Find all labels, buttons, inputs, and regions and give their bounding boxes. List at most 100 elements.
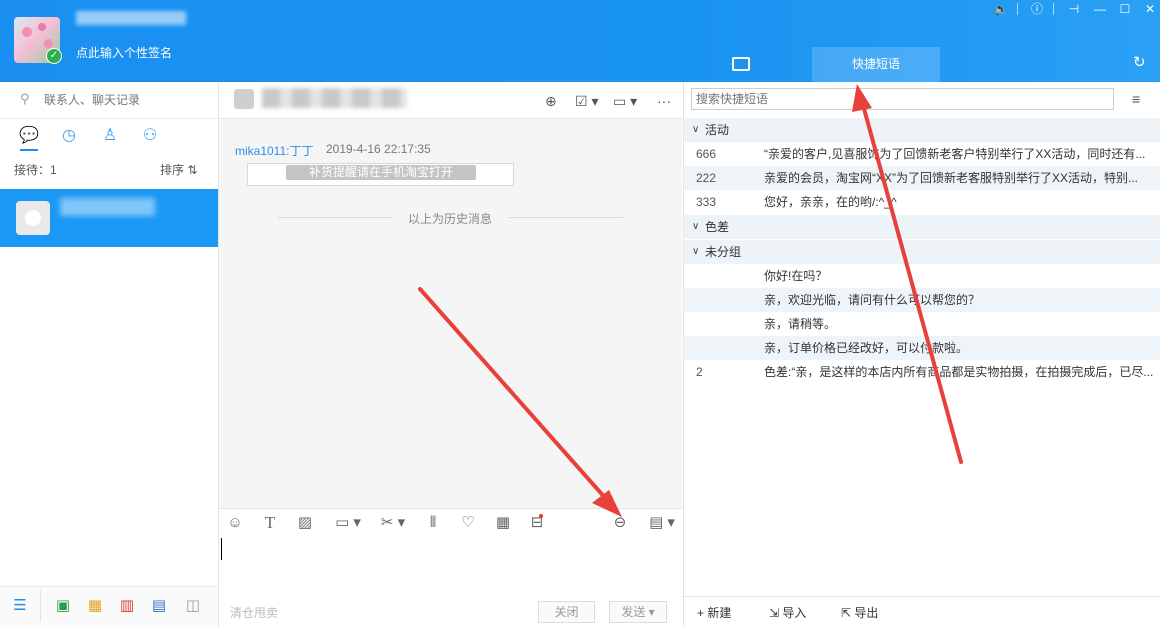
import-button[interactable]: ⇲ 导入: [769, 604, 806, 621]
message-time: 2019-4-16 22:17:35: [326, 142, 431, 156]
divider: [508, 217, 623, 218]
close-button[interactable]: 关闭: [538, 601, 595, 623]
tab-contact-card[interactable]: [700, 47, 784, 82]
group-icon[interactable]: ⚇: [140, 126, 160, 146]
plugin-sell-icon[interactable]: ▤: [150, 597, 168, 615]
clock-icon[interactable]: ◷: [59, 126, 79, 146]
divider: [40, 590, 41, 622]
phrase-text: “亲爱的客户,见喜服饰为了回馈新老客户特别举行了XX活动，同时还有...: [764, 147, 1146, 161]
phrase-row[interactable]: 333 您好，亲亲，在的哟/:^_^: [684, 190, 1160, 214]
phrase-code: 222: [696, 171, 717, 185]
phrase-row[interactable]: 亲，欢迎光临，请问有什么可以帮您的？: [684, 288, 1160, 312]
font-icon[interactable]: T: [260, 513, 280, 533]
chevron-down-icon: ∨: [692, 124, 700, 135]
chat-bubble-icon[interactable]: 💬: [19, 126, 39, 146]
conversation-name-blurred: [60, 198, 155, 216]
group-header[interactable]: ∨ 未分组: [684, 240, 1160, 264]
username-blurred: [76, 11, 186, 25]
divider: [1053, 3, 1054, 15]
group-name: 色差: [705, 220, 730, 234]
phrase-row[interactable]: 222 亲爱的会员，淘宝网“XX”为了回馈新老客服特别举行了XX活动，特别...: [684, 166, 1160, 190]
folder-icon[interactable]: ▭ ▾: [331, 513, 365, 533]
layout-icon[interactable]: ◫: [184, 597, 202, 615]
minimize-icon[interactable]: —: [1090, 1, 1110, 17]
heart-icon[interactable]: ♡: [458, 513, 478, 533]
text-caret: [221, 538, 222, 560]
reception-count: 接待：1: [14, 163, 57, 177]
group-header[interactable]: ∨ 色差: [684, 215, 1160, 239]
import-label: 导入: [782, 606, 807, 620]
coupon-icon[interactable]: ⊟: [527, 513, 547, 533]
conversation-avatar: [16, 201, 50, 235]
signature-text[interactable]: 点此输入个性签名: [76, 44, 172, 61]
phrase-code: 333: [696, 195, 717, 209]
new-phrase-button[interactable]: + 新建: [697, 604, 731, 621]
plugin-shop-icon[interactable]: ▣: [54, 597, 72, 615]
calculator-icon[interactable]: ▦: [493, 513, 513, 533]
emoji-icon[interactable]: ☺: [225, 513, 245, 533]
plugin-store-icon[interactable]: ▦: [86, 597, 104, 615]
export-label: 导出: [854, 606, 879, 620]
chat-contact-avatar: [234, 89, 254, 109]
person-icon[interactable]: ♙: [100, 126, 120, 146]
active-tab-indicator: [20, 149, 38, 151]
export-button[interactable]: ⇱ 导出: [841, 604, 878, 621]
transfer-icon[interactable]: ⊖: [610, 513, 630, 533]
video-call-icon[interactable]: ▭ ▾: [613, 92, 637, 110]
phrase-text: 亲，请稍等。: [764, 317, 837, 331]
group-name: 未分组: [705, 245, 742, 259]
phrase-row[interactable]: 亲，订单价格已经改好，可以付款啦。: [684, 336, 1160, 360]
plugin-market-icon[interactable]: ▥: [118, 597, 136, 615]
clear-stock-hint: 清仓甩卖: [230, 606, 279, 620]
quick-phrase-footer: [684, 596, 1160, 628]
phrase-code: 2: [696, 365, 703, 379]
phrase-text: 亲，订单价格已经改好，可以付款啦。: [764, 341, 969, 355]
pin-icon[interactable]: ⊣: [1064, 1, 1084, 17]
help-icon[interactable]: ⓘ: [1027, 1, 1047, 17]
search-icon: ⚲: [20, 91, 30, 106]
message-card-text: 补货提醒请在手机淘宝打开: [286, 165, 476, 180]
shake-icon[interactable]: ⦀: [423, 513, 443, 533]
phrase-row[interactable]: 2 色差:“亲，是这样的本店内所有商品都是实物拍摄，在拍摄完成后，已尽...: [684, 360, 1160, 384]
phrase-text: 你好!在吗？: [764, 269, 828, 283]
list-settings-icon[interactable]: ≡: [1132, 92, 1148, 106]
history-icon[interactable]: ▤ ▾: [643, 513, 681, 533]
message-sender[interactable]: mika1011:丁丁: [235, 142, 313, 159]
phrase-row[interactable]: 亲，请稍等。: [684, 312, 1160, 336]
online-status-icon: ✓: [46, 48, 62, 64]
more-icon[interactable]: ···: [657, 92, 671, 110]
add-contact-icon[interactable]: ⊕: [545, 92, 557, 110]
phrase-text: 亲爱的会员，淘宝网“XX”为了回馈新老客服特别举行了XX活动，特别...: [764, 171, 1139, 185]
divider: [278, 217, 393, 218]
task-icon[interactable]: ☑ ▾: [575, 92, 598, 110]
history-divider-text: 以上为历史消息: [408, 212, 493, 226]
chevron-down-icon: ∨: [692, 221, 700, 232]
phrase-row[interactable]: 你好!在吗？: [684, 264, 1160, 288]
divider: [1017, 3, 1018, 15]
menu-icon[interactable]: ☰: [11, 597, 29, 615]
phrase-text: 色差:“亲，是这样的本店内所有商品都是实物拍摄，在拍摄完成后，已尽...: [764, 365, 1154, 379]
refresh-icon[interactable]: ↻: [1133, 55, 1149, 71]
chevron-down-icon: ∨: [692, 246, 700, 257]
phrase-text: 您好，亲亲，在的哟/:^_^: [764, 195, 897, 209]
notification-dot: [539, 514, 543, 518]
phrase-text: 亲，欢迎光临，请问有什么可以帮您的？: [764, 293, 981, 307]
image-icon[interactable]: ▨: [295, 513, 315, 533]
export-icon: ⇱: [841, 606, 855, 620]
close-icon[interactable]: ✕: [1140, 1, 1160, 17]
scissors-icon[interactable]: ✂ ▾: [376, 513, 410, 533]
group-header[interactable]: ∨ 活动: [684, 118, 1160, 142]
import-icon: ⇲: [769, 606, 783, 620]
chat-contact-name-blurred: [262, 88, 407, 108]
phrase-code: 666: [696, 147, 717, 161]
phrase-row[interactable]: 666 “亲爱的客户,见喜服饰为了回馈新老客户特别举行了XX活动，同时还有...: [684, 142, 1160, 166]
group-name: 活动: [705, 123, 730, 137]
quick-phrase-search-input[interactable]: [691, 88, 1114, 110]
contact-card-icon: [732, 57, 750, 71]
send-button[interactable]: 发送 ▾: [609, 601, 667, 623]
contact-search-input[interactable]: [42, 90, 206, 110]
volume-icon[interactable]: 🔈: [991, 1, 1011, 17]
maximize-icon[interactable]: ☐: [1115, 1, 1135, 17]
sort-button[interactable]: 排序 ⇅: [160, 161, 197, 178]
tab-quick-phrases[interactable]: 快捷短语: [812, 47, 940, 82]
